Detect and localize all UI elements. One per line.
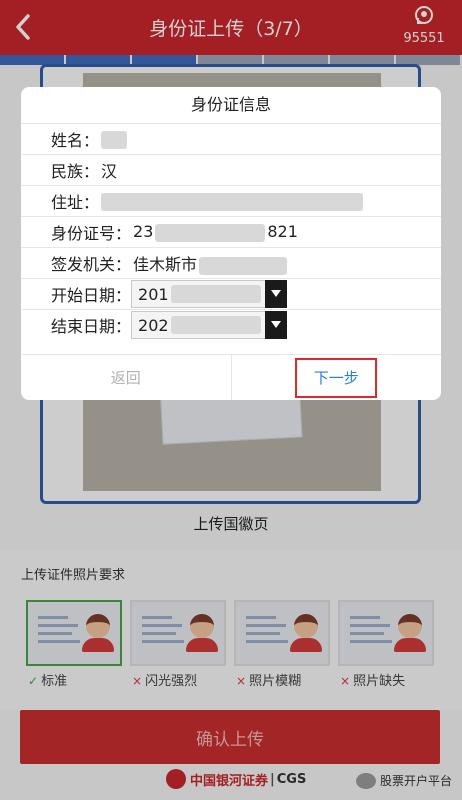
chevron-down-icon[interactable] <box>265 280 288 308</box>
chevron-down-icon[interactable] <box>265 311 288 339</box>
back-button[interactable]: 返回 <box>21 355 232 400</box>
field-value-prefix: 23 <box>133 222 154 242</box>
field-value: 佳木斯市 <box>133 255 198 274</box>
field-name: 姓名： <box>21 123 441 154</box>
field-label: 民族： <box>51 162 100 181</box>
redacted-value <box>155 223 266 242</box>
dialog-actions: 返回 下一步 <box>21 354 441 400</box>
redacted-value <box>101 130 128 149</box>
field-authority: 签发机关： 佳木斯市 <box>21 247 441 278</box>
next-button-wrapper: 下一步 <box>232 355 442 400</box>
field-value: 汉 <box>101 162 118 181</box>
id-info-dialog: 身份证信息 姓名： 民族： 汉 住址： 身份证号： 23 821 签发机关： 佳木… <box>21 87 441 400</box>
field-label: 结束日期： <box>51 317 132 336</box>
field-id-number: 身份证号： 23 821 <box>21 216 441 247</box>
dialog-title: 身份证信息 <box>190 95 271 114</box>
field-label: 开始日期： <box>51 286 132 305</box>
date-value: 202 <box>138 315 169 335</box>
redacted-value <box>199 256 288 275</box>
next-button[interactable]: 下一步 <box>295 357 378 398</box>
start-date-select[interactable]: 201 <box>131 280 288 308</box>
field-value-suffix: 821 <box>267 222 298 242</box>
field-start-date: 开始日期： 201 <box>21 278 441 309</box>
field-label: 签发机关： <box>51 255 132 274</box>
field-label: 身份证号： <box>51 224 132 243</box>
redacted-value <box>101 192 364 211</box>
redacted-value <box>170 316 261 334</box>
date-value: 201 <box>138 284 169 304</box>
redacted-value <box>170 285 261 303</box>
field-label: 姓名： <box>51 131 100 150</box>
field-end-date: 结束日期： 202 <box>21 309 441 340</box>
field-label: 住址： <box>51 193 100 212</box>
field-address: 住址： <box>21 185 441 216</box>
end-date-select[interactable]: 202 <box>131 311 288 339</box>
field-ethnicity: 民族： 汉 <box>21 154 441 185</box>
